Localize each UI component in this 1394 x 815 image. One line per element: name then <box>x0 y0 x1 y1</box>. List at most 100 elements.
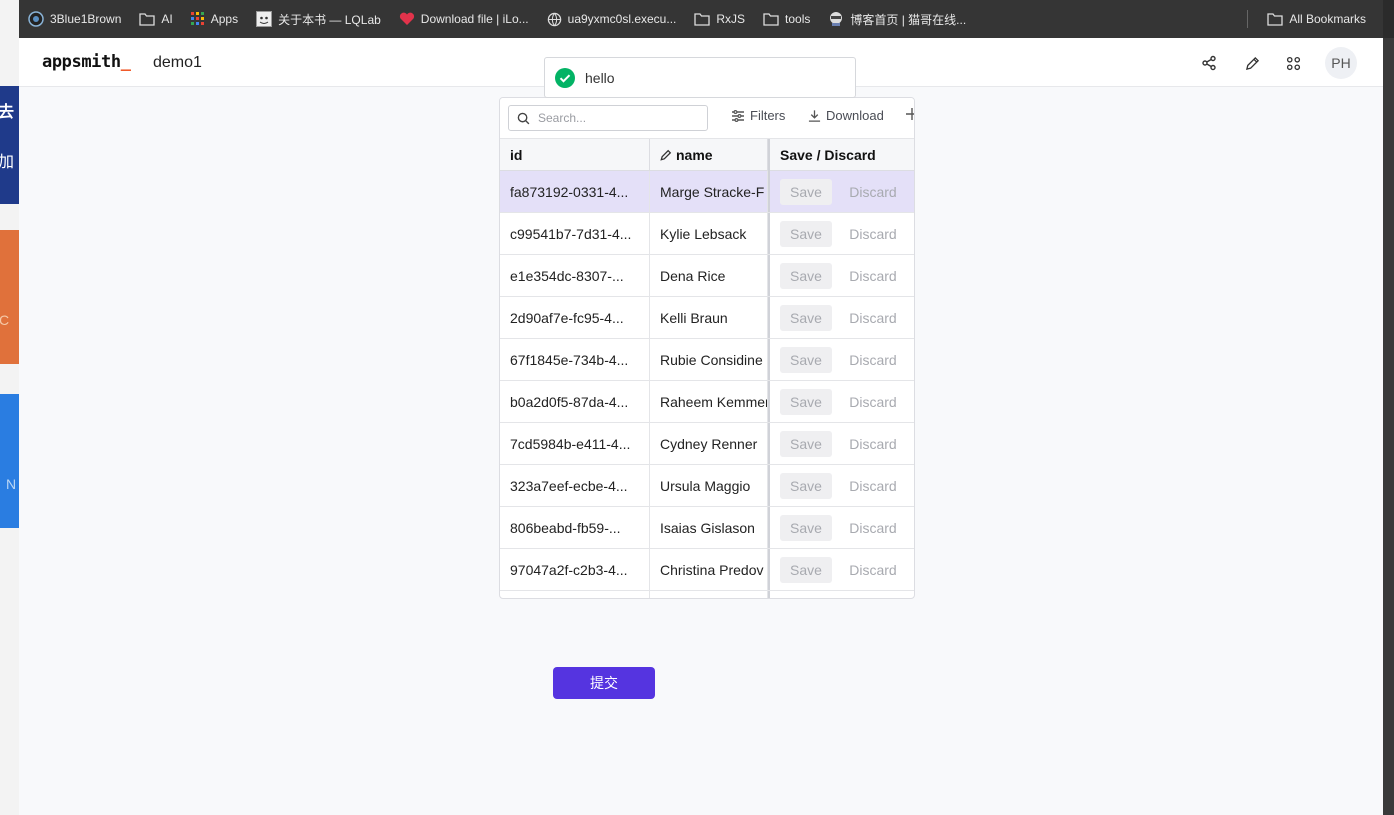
add-row-button[interactable] <box>906 108 914 120</box>
background-window: 去 加 C N <box>0 0 19 815</box>
cell-name[interactable]: Christina Predov <box>650 549 768 590</box>
table-search[interactable] <box>508 105 708 131</box>
table-row[interactable]: 2d90af7e-fc95-4... Kelli Braun Save Disca… <box>500 297 914 339</box>
cell-id[interactable]: e1e354dc-8307-... <box>500 255 650 296</box>
folder-icon <box>1267 13 1283 26</box>
discard-button[interactable]: Discard <box>840 305 906 331</box>
bookmark-tools[interactable]: tools <box>754 0 819 38</box>
discard-button[interactable]: Discard <box>840 221 906 247</box>
discard-button[interactable]: Discard <box>840 473 906 499</box>
submit-button[interactable]: 提交 <box>553 667 655 699</box>
cell-actions: Save Discard <box>768 255 914 296</box>
apps-menu-button[interactable] <box>1282 52 1304 74</box>
download-button[interactable]: Download <box>808 108 884 123</box>
save-button[interactable]: Save <box>780 556 832 583</box>
save-button[interactable]: Save <box>780 262 832 289</box>
filters-label: Filters <box>750 108 786 123</box>
apps-grid-icon <box>1286 56 1300 70</box>
table-row[interactable]: fa873192-0331-4... Marge Stracke-F Save D… <box>500 171 914 213</box>
column-label: Save / Discard <box>780 147 876 163</box>
table-row[interactable]: c99541b7-7d31-4... Kylie Lebsack Save Dis… <box>500 213 914 255</box>
globe-icon <box>547 12 561 26</box>
column-header-name[interactable]: name <box>650 139 768 171</box>
save-button[interactable]: Save <box>780 430 832 457</box>
table-body: fa873192-0331-4... Marge Stracke-F Save D… <box>500 171 914 598</box>
discard-button[interactable]: Discard <box>840 263 906 289</box>
cell-id[interactable]: 323a7eef-ecbe-4... <box>500 465 650 506</box>
cell-id[interactable]: 806beabd-fb59-... <box>500 507 650 548</box>
background-text: N <box>6 476 17 492</box>
cell-name[interactable]: Dena Rice <box>650 255 768 296</box>
table-row[interactable]: 67f1845e-734b-4... Rubie Considine Save D… <box>500 339 914 381</box>
download-label: Download <box>826 108 884 123</box>
table-row[interactable]: 806beabd-fb59-... Isaias Gislason Save Di… <box>500 507 914 549</box>
appsmith-logo[interactable]: appsmith_ <box>42 52 131 72</box>
cell-id[interactable]: b0a2d0f5-87da-4... <box>500 381 650 422</box>
bookmark-blog[interactable]: 博客首页 | 猫哥在线... <box>819 0 975 38</box>
cell-id[interactable]: 97047a2f-c2b3-4... <box>500 549 650 590</box>
discard-button[interactable]: Discard <box>840 557 906 583</box>
bookmark-rxjs[interactable]: RxJS <box>685 0 754 38</box>
bookmark-apps[interactable]: Apps <box>182 0 247 38</box>
table-row[interactable]: 7cd5984b-e411-4... Cydney Renner Save Dis… <box>500 423 914 465</box>
folder-icon <box>694 13 711 26</box>
column-header-id[interactable]: id <box>500 139 650 171</box>
discard-button[interactable]: Discard <box>840 389 906 415</box>
bookmark-label: Apps <box>210 12 239 26</box>
table-row[interactable]: b0a2d0f5-87da-4... Raheem Kemmer Save Dis… <box>500 381 914 423</box>
table-row[interactable]: 97047a2f-c2b3-4... Christina Predov Save… <box>500 549 914 591</box>
bookmark-ai[interactable]: AI <box>130 0 181 38</box>
table-row[interactable]: 323a7eef-ecbe-4... Ursula Maggio Save Dis… <box>500 465 914 507</box>
save-button[interactable]: Save <box>780 346 832 373</box>
cell-name[interactable]: Ursula Maggio <box>650 465 768 506</box>
heart-icon <box>399 12 414 25</box>
logo-text: appsmith <box>42 52 121 72</box>
discard-button[interactable]: Discard <box>840 179 906 205</box>
search-input[interactable] <box>538 111 698 125</box>
discard-button[interactable]: Discard <box>840 347 906 373</box>
cell-name[interactable]: Rubie Considine <box>650 339 768 380</box>
column-header-save-discard[interactable]: Save / Discard <box>768 139 914 171</box>
save-button[interactable]: Save <box>780 472 832 499</box>
cell-id[interactable]: 7cd5984b-e411-4... <box>500 423 650 464</box>
table-row[interactable]: e1e354dc-8307-... Dena Rice Save Discard <box>500 255 914 297</box>
filters-button[interactable]: Filters <box>731 108 785 123</box>
cell-id[interactable]: 67f1845e-734b-4... <box>500 339 650 380</box>
edit-app-button[interactable] <box>1241 52 1263 74</box>
cell-name[interactable]: Kylie Lebsack <box>650 213 768 254</box>
save-button[interactable]: Save <box>780 178 832 205</box>
save-button[interactable]: Save <box>780 304 832 331</box>
bookmarks-bar: 3Blue1Brown AI Apps 关于本书 — LQLab Downloa… <box>19 0 1383 38</box>
cell-name[interactable]: Isaias Gislason <box>650 507 768 548</box>
cell-name[interactable]: Cydney Renner <box>650 423 768 464</box>
cell-id[interactable]: c99541b7-7d31-4... <box>500 213 650 254</box>
cell-id[interactable]: fa873192-0331-4... <box>500 171 650 212</box>
bookmark-lqlab[interactable]: 关于本书 — LQLab <box>247 0 390 38</box>
bookmark-label: 3Blue1Brown <box>50 12 122 26</box>
discard-button[interactable]: Discard <box>840 431 906 457</box>
logo-underscore: _ <box>120 52 131 72</box>
all-bookmarks-button[interactable]: All Bookmarks <box>1258 0 1383 38</box>
background-text: C <box>0 312 10 328</box>
cell-actions: Save Discard <box>768 171 914 212</box>
cell-id[interactable]: 2d90af7e-fc95-4... <box>500 297 650 338</box>
bookmark-download-file[interactable]: Download file | iLo... <box>390 0 538 38</box>
discard-button[interactable]: Discard <box>840 515 906 541</box>
cell-name[interactable]: Raheem Kemmer <box>650 381 768 422</box>
cell-name[interactable]: Marge Stracke-F <box>650 171 768 212</box>
share-button[interactable] <box>1198 52 1220 74</box>
cell-name[interactable]: Kelli Braun <box>650 297 768 338</box>
table-toolbar: Filters Download <box>500 98 914 139</box>
cell-id <box>500 591 650 598</box>
bookmark-3blue1brown[interactable]: 3Blue1Brown <box>19 0 130 38</box>
cell-name <box>650 591 768 598</box>
cell-actions: Save Discard <box>768 465 914 506</box>
save-button[interactable]: Save <box>780 220 832 247</box>
save-button[interactable]: Save <box>780 388 832 415</box>
bookmark-execute-api[interactable]: ua9yxmc0sl.execu... <box>538 0 686 38</box>
user-avatar[interactable]: PH <box>1325 47 1357 79</box>
cell-actions: Save Discard <box>768 339 914 380</box>
cell-actions: Save Discard <box>768 381 914 422</box>
cell-actions: Save Discard <box>768 507 914 548</box>
save-button[interactable]: Save <box>780 514 832 541</box>
